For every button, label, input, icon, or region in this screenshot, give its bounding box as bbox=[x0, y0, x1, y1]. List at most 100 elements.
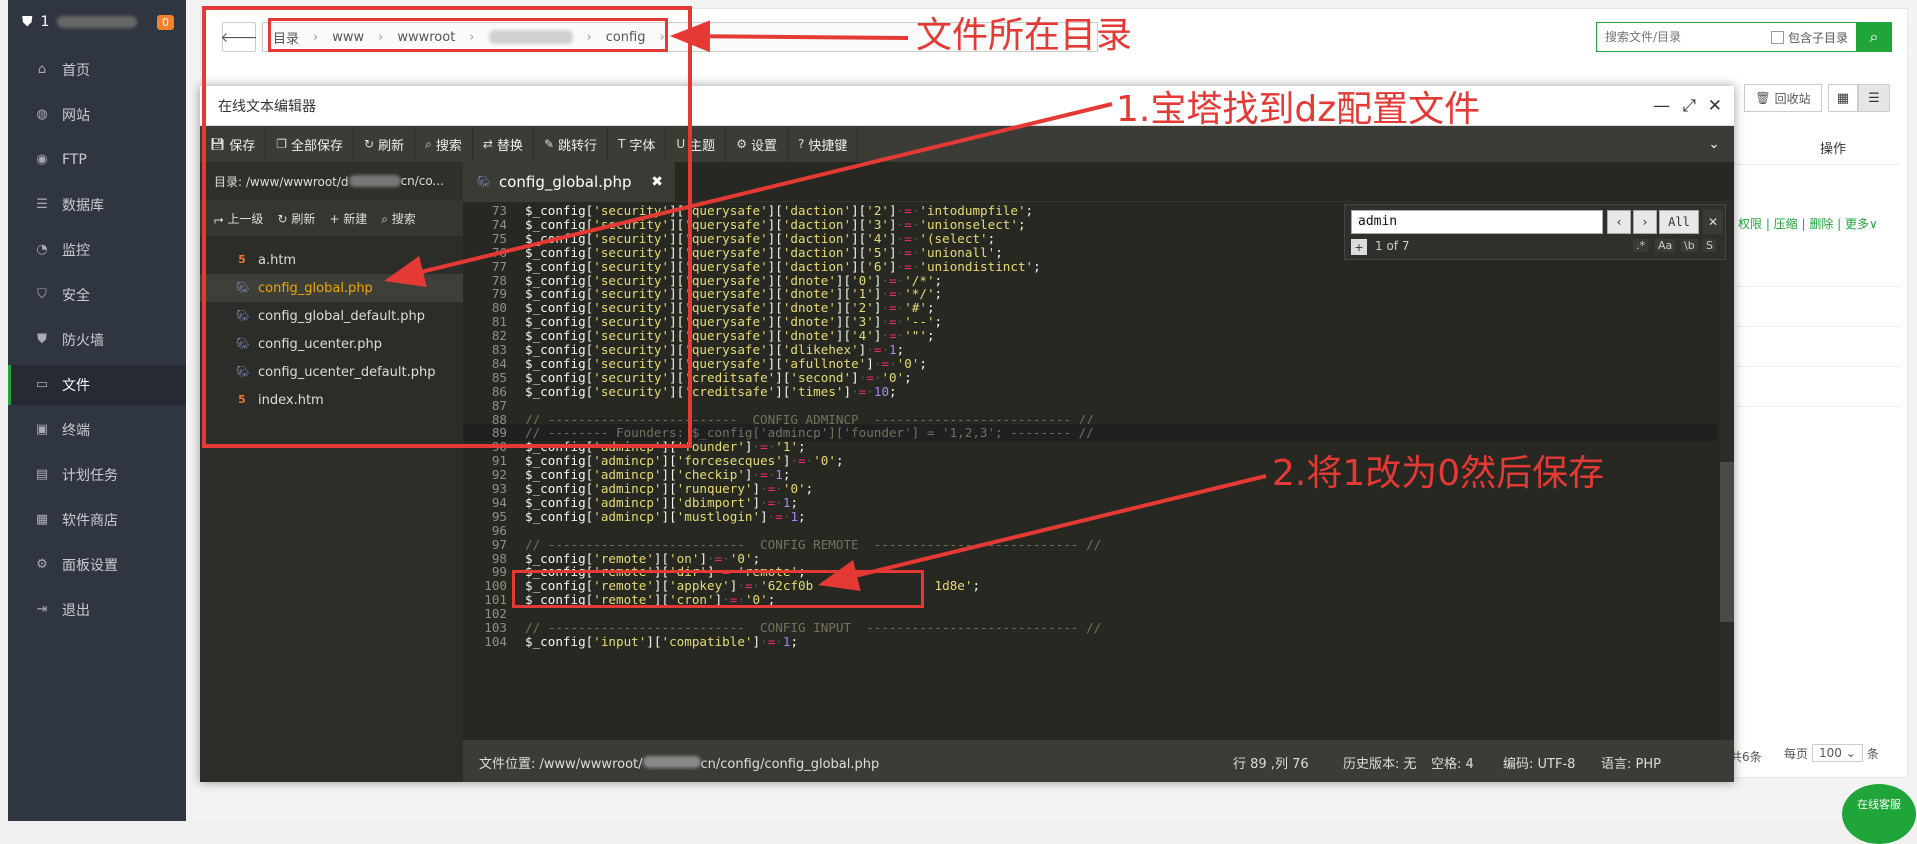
sidebar-item-apps[interactable]: ▦ 软件商店 bbox=[8, 500, 186, 540]
online-service-button[interactable]: 在线客服 bbox=[1842, 784, 1916, 844]
ftp-icon: ◉ bbox=[36, 152, 48, 167]
sidebar-item-label: 安全 bbox=[62, 288, 90, 304]
brand-name: 1 bbox=[40, 14, 50, 30]
grid-view-button[interactable]: ▦ bbox=[1828, 84, 1858, 112]
sidebar-item-firewall[interactable]: ⛊ 防火墙 bbox=[8, 320, 186, 360]
close-icon[interactable]: ✕ bbox=[1708, 96, 1722, 116]
chevron-left-icon: ‹ bbox=[1616, 215, 1622, 229]
regex-option[interactable]: .* bbox=[1633, 239, 1648, 252]
sidebar-item-monitor[interactable]: ◔ 监控 bbox=[8, 230, 186, 270]
chevron-down-icon[interactable]: ⌄ bbox=[1694, 126, 1734, 162]
search-button[interactable]: ⌕ bbox=[1856, 22, 1892, 52]
annotation-box-path bbox=[268, 18, 668, 52]
annotation-box-directory bbox=[202, 6, 692, 448]
divider bbox=[1730, 286, 1900, 287]
database-icon: ☰ bbox=[36, 197, 48, 212]
shortcuts-label: 快捷键 bbox=[808, 138, 848, 154]
include-subdir-option[interactable]: 包含子目录 bbox=[1771, 29, 1848, 46]
per-page-value: 100 bbox=[1819, 746, 1842, 760]
annotation-step1: 1.宝塔找到dz配置文件 bbox=[1116, 89, 1481, 130]
brand: ⛊ 1 0 bbox=[8, 0, 186, 44]
annotation-directory: 文件所在目录 bbox=[916, 15, 1133, 56]
logout-icon: ⇥ bbox=[36, 602, 48, 617]
divider bbox=[1730, 326, 1900, 327]
shield-icon: ⛉ bbox=[37, 287, 47, 302]
sidebar-item-label: 计划任务 bbox=[62, 468, 118, 484]
sidebar: ⛊ 1 0 ⌂ 首页 ◍ 网站 ◉ FTP ☰ 数据库 ◔ 监控 ⛉ 安全 ⛊ 防火墙 ▭ 文件 ▣ 终端 ▤ 计划任… bbox=[8, 0, 186, 821]
brand-logo-icon: ⛊ bbox=[22, 14, 33, 30]
minimize-icon[interactable]: — bbox=[1653, 96, 1670, 116]
file-location-suffix: cn/config/config_global.php bbox=[700, 757, 880, 772]
recycle-bin-button[interactable]: 🗑 回收站 bbox=[1744, 84, 1822, 112]
annotation-step2: 2.将1改为0然后保存 bbox=[1272, 453, 1605, 494]
sidebar-item-database[interactable]: ☰ 数据库 bbox=[8, 185, 186, 225]
grid-icon: ▦ bbox=[1836, 90, 1850, 106]
sidebar-item-label: FTP bbox=[62, 152, 87, 168]
sidebar-item-logout[interactable]: ⇥ 退出 bbox=[8, 590, 186, 630]
encoding[interactable]: 编码: UTF-8 bbox=[1503, 753, 1575, 772]
find-all-button[interactable]: All bbox=[1659, 210, 1699, 234]
file-search-input[interactable] bbox=[1597, 23, 1767, 51]
terminal-icon: ▣ bbox=[35, 422, 49, 437]
per-page-control: 每页 100 ⌄ 条 bbox=[1784, 744, 1879, 762]
find-input[interactable]: admin bbox=[1351, 210, 1603, 234]
per-page-label: 每页 bbox=[1784, 746, 1809, 761]
word-option[interactable]: \b bbox=[1681, 239, 1698, 252]
file-location-blurred bbox=[642, 756, 701, 768]
cursor-position[interactable]: 行 89 ,列 76 bbox=[1233, 753, 1309, 772]
chevron-down-icon: ⌄ bbox=[1845, 746, 1856, 760]
per-page-select[interactable]: 100 ⌄ bbox=[1812, 744, 1863, 762]
toggle-replace-icon[interactable]: + bbox=[1351, 239, 1367, 255]
sidebar-item-label: 网站 bbox=[62, 108, 90, 124]
file-location: 文件位置: /www/wwwroot/cn/config/config_glob… bbox=[479, 753, 879, 772]
sidebar-item-ftp[interactable]: ◉ FTP bbox=[8, 140, 186, 180]
firewall-icon: ⛊ bbox=[37, 332, 47, 347]
settings-button[interactable]: ⚙ 设置 bbox=[726, 126, 788, 162]
sidebar-item-label: 数据库 bbox=[62, 198, 104, 214]
find-count: 1 of 7 bbox=[1375, 239, 1410, 253]
sidebar-item-calendar[interactable]: ▤ 计划任务 bbox=[8, 455, 186, 495]
sidebar-item-globe[interactable]: ◍ 网站 bbox=[8, 95, 186, 135]
globe-icon: ◍ bbox=[36, 107, 48, 122]
calendar-icon: ▤ bbox=[35, 467, 49, 482]
find-next-button[interactable]: › bbox=[1633, 210, 1657, 234]
line-text: $_config['input']['compatible']·=·1; bbox=[525, 633, 799, 649]
total-count: 共6条 bbox=[1730, 750, 1762, 764]
list-icon: ☰ bbox=[1868, 90, 1880, 106]
monitor-icon: ◔ bbox=[36, 242, 48, 257]
trash-icon: 🗑 bbox=[1755, 91, 1771, 105]
language[interactable]: 语言: PHP bbox=[1601, 753, 1661, 772]
sidebar-item-folder[interactable]: ▭ 文件 bbox=[8, 365, 186, 405]
line-number: 104 bbox=[484, 633, 507, 649]
per-page-unit: 条 bbox=[1866, 746, 1879, 761]
history-version[interactable]: 历史版本: 无 bbox=[1343, 753, 1417, 772]
sidebar-item-label: 退出 bbox=[62, 603, 90, 619]
include-subdir-checkbox[interactable] bbox=[1771, 30, 1784, 44]
divider bbox=[1730, 164, 1900, 165]
scrollbar-thumb[interactable] bbox=[1720, 462, 1734, 622]
list-view-button[interactable]: ☰ bbox=[1858, 84, 1890, 112]
sidebar-item-gear[interactable]: ⚙ 面板设置 bbox=[8, 545, 186, 585]
code-line[interactable]: 104 $_config['input']['compatible']·=·1; bbox=[463, 633, 1718, 650]
indent-setting[interactable]: 空格: 4 bbox=[1431, 753, 1474, 772]
maximize-icon[interactable]: ⤢ bbox=[1682, 96, 1696, 116]
find-prev-button[interactable]: ‹ bbox=[1607, 210, 1631, 234]
sidebar-item-label: 软件商店 bbox=[62, 513, 118, 529]
home-icon: ⌂ bbox=[37, 62, 47, 77]
settings-label: 设置 bbox=[750, 138, 777, 154]
notification-badge[interactable]: 0 bbox=[157, 14, 174, 30]
sidebar-item-home[interactable]: ⌂ 首页 bbox=[8, 50, 186, 90]
close-icon[interactable]: ✕ bbox=[1703, 210, 1723, 234]
chevron-right-icon: › bbox=[1642, 215, 1648, 229]
sidebar-item-terminal[interactable]: ▣ 终端 bbox=[8, 410, 186, 450]
shortcuts-button[interactable]: ? 快捷键 bbox=[788, 126, 859, 162]
blurred-hostname bbox=[57, 16, 138, 28]
sidebar-item-label: 首页 bbox=[62, 63, 90, 79]
divider bbox=[1730, 366, 1900, 367]
sidebar-item-shield[interactable]: ⛉ 安全 bbox=[8, 275, 186, 315]
operations-header: 操作 bbox=[1820, 142, 1847, 157]
search-selection-option[interactable]: S bbox=[1703, 239, 1716, 252]
case-option[interactable]: Aa bbox=[1655, 239, 1676, 252]
row-operations[interactable]: 权限 | 压缩 | 删除 | 更多∨ bbox=[1738, 215, 1878, 232]
sidebar-item-label: 防火墙 bbox=[62, 333, 104, 349]
